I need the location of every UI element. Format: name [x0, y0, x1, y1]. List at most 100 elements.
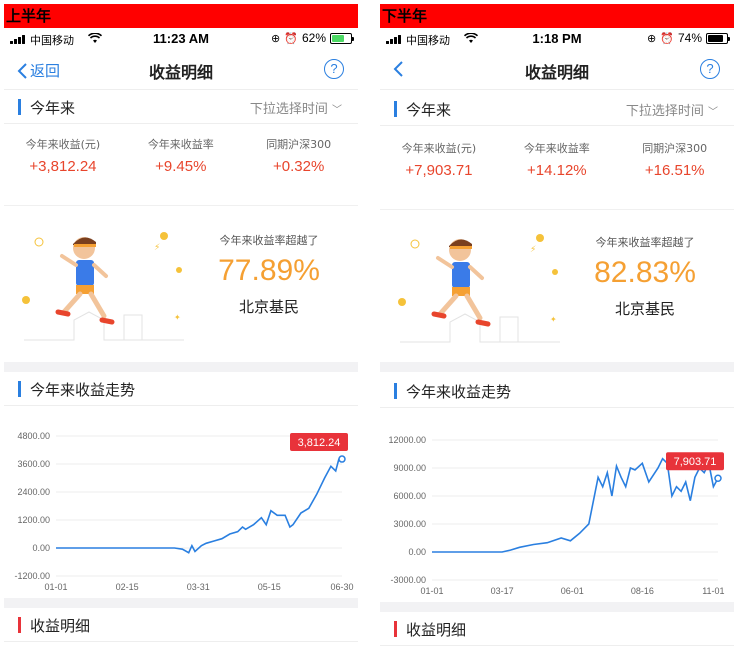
y-tick-label: 0.00 [32, 543, 50, 553]
x-tick-label: 03-17 [491, 586, 514, 596]
stat-label: 同期沪深300 [642, 142, 708, 155]
section-ytd: 今年来 下拉选择时间 ﹀ [380, 92, 734, 126]
divider [380, 602, 734, 612]
alarm-icon: ⏰ [284, 32, 298, 45]
y-tick-label: -1200.00 [14, 571, 50, 581]
section-marker [394, 101, 397, 117]
stat-ytd-rate: 今年来收益率 +14.12% [498, 140, 616, 179]
help-icon[interactable]: ? [324, 59, 344, 79]
svg-text:✦: ✦ [550, 315, 557, 324]
section-title: 今年来收益走势 [30, 381, 136, 399]
value-badge-label: 3,812.24 [298, 437, 341, 449]
stat-value: +3,812.24 [29, 158, 97, 175]
x-tick-label: 08-16 [631, 586, 654, 596]
stat-ytd-rate: 今年来收益率 +9.45% [122, 136, 240, 175]
section-title: 收益明细 [30, 617, 91, 635]
beat-tag: 北京基民 [238, 298, 299, 316]
stat-value: +14.12% [526, 162, 587, 179]
stat-label: 今年来收益(元) [25, 138, 101, 151]
banner-label: 下半年 [382, 7, 428, 25]
help-icon[interactable]: ? [700, 59, 720, 79]
value-badge-label: 7,903.71 [674, 456, 717, 468]
stat-value: +16.51% [644, 162, 705, 179]
time-select-dropdown[interactable]: 下拉选择时间 ﹀ [250, 98, 342, 117]
y-tick-label: 0.00 [408, 547, 426, 557]
rotation-lock-icon: ⊕ [271, 32, 281, 45]
stat-label: 今年来收益(元) [401, 142, 477, 155]
y-tick-label: 2400.00 [17, 487, 50, 497]
x-tick-label: 11-01 [702, 586, 724, 596]
chevron-down-icon: ﹀ [708, 107, 718, 118]
y-tick-label: 4800.00 [17, 431, 50, 441]
period-banner: 上半年 [4, 4, 358, 28]
section-ytd: 今年来 下拉选择时间 ﹀ [4, 90, 358, 124]
section-marker [394, 383, 397, 399]
nav-bar: 收益明细 ? [380, 50, 734, 90]
alarm-icon: ⏰ [660, 32, 674, 45]
section-marker [18, 617, 21, 633]
status-bar: 中国移动 11:23 AM ⊕ ⏰ 62% [4, 28, 358, 50]
stat-label: 同期沪深300 [266, 138, 332, 151]
dropdown-label: 下拉选择时间 [249, 102, 328, 117]
section-title: 收益明细 [406, 621, 467, 639]
svg-text:⚡: ⚡ [154, 243, 160, 253]
x-tick-label: 01-01 [420, 586, 443, 596]
stat-hs300: 同期沪深300 +16.51% [616, 140, 734, 179]
panel-second-half: 下半年 中国移动 1:18 PM ⊕ ⏰ 74% 收益明细 ? 今年来 下拉选择… [380, 0, 734, 652]
trend-chart: 12000.00 9000.00 6000.00 3000.00 0.00 -3000.0… [380, 410, 734, 600]
period-banner: 下半年 [380, 4, 734, 28]
section-title: 今年来 [406, 101, 452, 119]
trend-chart: 4800.00 3600.00 2400.00 1200.00 0.00 -1200.00… [4, 406, 358, 596]
stat-value: +0.32% [273, 158, 325, 175]
x-tick-label: 05-15 [258, 582, 281, 592]
section-trend: 今年来收益走势 [380, 374, 734, 408]
beat-card: ⚡ ✦ 今年来收益率超越了 82.83% 北京基民 [380, 214, 734, 354]
battery-icon [706, 32, 730, 44]
y-tick-label: 12000.00 [388, 435, 426, 445]
y-tick-label: 1200.00 [17, 515, 50, 525]
time-select-dropdown[interactable]: 下拉选择时间 ﹀ [626, 100, 718, 119]
y-tick-label: 6000.00 [393, 491, 426, 501]
banner-label: 上半年 [6, 7, 52, 25]
y-tick-label: 3600.00 [17, 459, 50, 469]
section-trend: 今年来收益走势 [4, 372, 358, 406]
beat-caption: 今年来收益率超越了 [595, 236, 695, 249]
section-marker [18, 99, 21, 115]
runner-illustration: ⚡ ✦ [398, 234, 560, 343]
beat-caption: 今年来收益率超越了 [219, 234, 319, 247]
stat-value: +7,903.71 [405, 162, 473, 179]
section-title: 今年来收益走势 [406, 383, 512, 401]
divider [4, 598, 358, 608]
panel-first-half: 上半年 中国移动 11:23 AM ⊕ ⏰ 62% 返回 收益明细 ? 今年来 … [4, 0, 358, 652]
page-title: 收益明细 [524, 63, 589, 82]
section-marker [394, 621, 397, 637]
stat-label: 今年来收益率 [147, 138, 214, 151]
nav-bar: 返回 收益明细 ? [4, 50, 358, 90]
section-marker [18, 381, 21, 397]
x-tick-label: 06-01 [561, 586, 584, 596]
stat-hs300: 同期沪深300 +0.32% [240, 136, 358, 175]
stat-ytd-income: 今年来收益(元) +3,812.24 [4, 136, 122, 175]
rotation-lock-icon: ⊕ [647, 32, 657, 45]
divider [380, 362, 734, 372]
chevron-down-icon: ﹀ [332, 105, 342, 116]
stat-value: +9.45% [155, 158, 207, 175]
stats-row: 今年来收益(元) +3,812.24 今年来收益率 +9.45% 同期沪深300 +0… [4, 136, 358, 206]
section-detail: 收益明细 [380, 612, 734, 646]
beat-tag: 北京基民 [614, 300, 675, 318]
last-point-marker [338, 455, 346, 463]
x-tick-label: 06-30 [330, 582, 353, 592]
svg-text:⚡: ⚡ [530, 245, 536, 255]
trend-chart-svg: 12000.00 9000.00 6000.00 3000.00 0.00 -3000.0… [388, 435, 724, 596]
stat-label: 今年来收益率 [523, 142, 590, 155]
x-tick-label: 03-31 [187, 582, 210, 592]
last-point-marker [714, 474, 722, 482]
battery-percent: 62% [301, 31, 326, 45]
section-title: 今年来 [30, 99, 76, 117]
stat-ytd-income: 今年来收益(元) +7,903.71 [380, 140, 498, 179]
y-tick-label: 9000.00 [393, 463, 426, 473]
battery-icon [330, 32, 354, 44]
runner-illustration: ⚡ ✦ [22, 232, 184, 341]
page-title: 收益明细 [148, 63, 213, 82]
beat-card: ⚡ ✦ 今年来收益率超越了 77.89% 北京基民 [4, 212, 358, 352]
